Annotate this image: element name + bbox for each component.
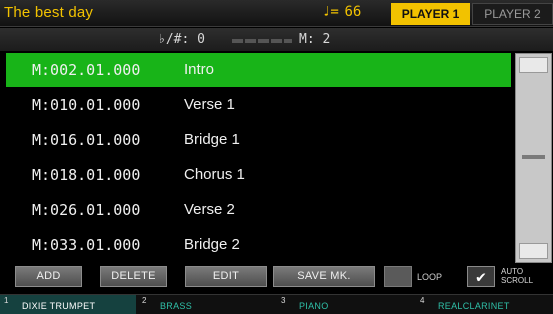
marker-name: Chorus 1 [184, 166, 245, 183]
marker-position: M:018.01.000 [32, 166, 141, 184]
tempo-display[interactable]: ♩= 66 [322, 4, 361, 20]
measure-meter [232, 39, 292, 43]
marker-list-scrollbar[interactable] [515, 53, 552, 263]
scroll-down-button[interactable] [519, 243, 548, 259]
auto-scroll-label-line2: SCROLL [501, 276, 534, 285]
marker-row-bridge-1[interactable]: M:016.01.000 Bridge 1 [6, 123, 511, 157]
marker-name: Bridge 1 [184, 131, 240, 148]
marker-row-chorus-1[interactable]: M:018.01.000 Chorus 1 [6, 158, 511, 192]
auto-scroll-label-line1: AUTO [501, 267, 524, 276]
marker-name: Bridge 2 [184, 236, 240, 253]
track-1[interactable]: 1 DIXIE TRUMPET [0, 295, 136, 314]
track-label: PIANO [299, 301, 329, 311]
marker-row-intro[interactable]: M:002.01.000 Intro [6, 53, 511, 87]
marker-row-verse-2[interactable]: M:026.01.000 Verse 2 [6, 193, 511, 227]
delete-button[interactable]: DELETE [100, 266, 167, 287]
marker-name: Verse 1 [184, 96, 235, 113]
song-title: The best day [4, 4, 94, 21]
marker-position: M:010.01.000 [32, 96, 141, 114]
checkmark-icon: ✔ [476, 267, 486, 286]
track-4[interactable]: 4 REALCLARINET [416, 295, 553, 314]
track-label: REALCLARINET [438, 301, 510, 311]
transpose-readout: ♭/#: 0 [158, 32, 205, 47]
marker-row-verse-1[interactable]: M:010.01.000 Verse 1 [6, 88, 511, 122]
track-label: DIXIE TRUMPET [22, 301, 96, 311]
track-bar: 1 DIXIE TRUMPET 2 BRASS 3 PIANO 4 REALCL… [0, 294, 553, 314]
marker-position: M:016.01.000 [32, 131, 141, 149]
track-number: 1 [4, 296, 9, 305]
measure-readout: M: 2 [299, 32, 331, 47]
track-3[interactable]: 3 PIANO [277, 295, 414, 314]
save-marker-button[interactable]: SAVE MK. [273, 266, 375, 287]
track-label: BRASS [160, 301, 193, 311]
loop-checkbox[interactable] [384, 266, 412, 287]
marker-position: M:026.01.000 [32, 201, 141, 219]
info-bar: ♭/#: 0 M: 2 [0, 28, 553, 51]
marker-list: M:002.01.000 Intro M:010.01.000 Verse 1 … [6, 53, 511, 263]
tab-player-1[interactable]: PLAYER 1 [391, 3, 470, 25]
quarter-note-icon: ♩= [322, 4, 339, 20]
edit-button[interactable]: EDIT [185, 266, 267, 287]
auto-scroll-label: AUTO SCROLL [501, 267, 549, 285]
loop-label: LOOP [417, 272, 443, 282]
title-bar: The best day ♩= 66 PLAYER 1 PLAYER 2 [0, 0, 553, 27]
scroll-thumb[interactable] [522, 155, 545, 159]
track-number: 3 [281, 296, 286, 305]
auto-scroll-checkbox[interactable]: ✔ [467, 266, 495, 287]
marker-name: Verse 2 [184, 201, 235, 218]
tempo-value: 66 [344, 4, 362, 20]
tab-player-2[interactable]: PLAYER 2 [472, 3, 553, 25]
scroll-up-button[interactable] [519, 57, 548, 73]
marker-position: M:033.01.000 [32, 236, 141, 254]
track-number: 2 [142, 296, 147, 305]
marker-name: Intro [184, 61, 215, 78]
marker-row-bridge-2[interactable]: M:033.01.000 Bridge 2 [6, 228, 511, 262]
marker-position: M:002.01.000 [32, 61, 141, 79]
track-number: 4 [420, 296, 425, 305]
track-2[interactable]: 2 BRASS [138, 295, 275, 314]
add-button[interactable]: ADD [15, 266, 82, 287]
